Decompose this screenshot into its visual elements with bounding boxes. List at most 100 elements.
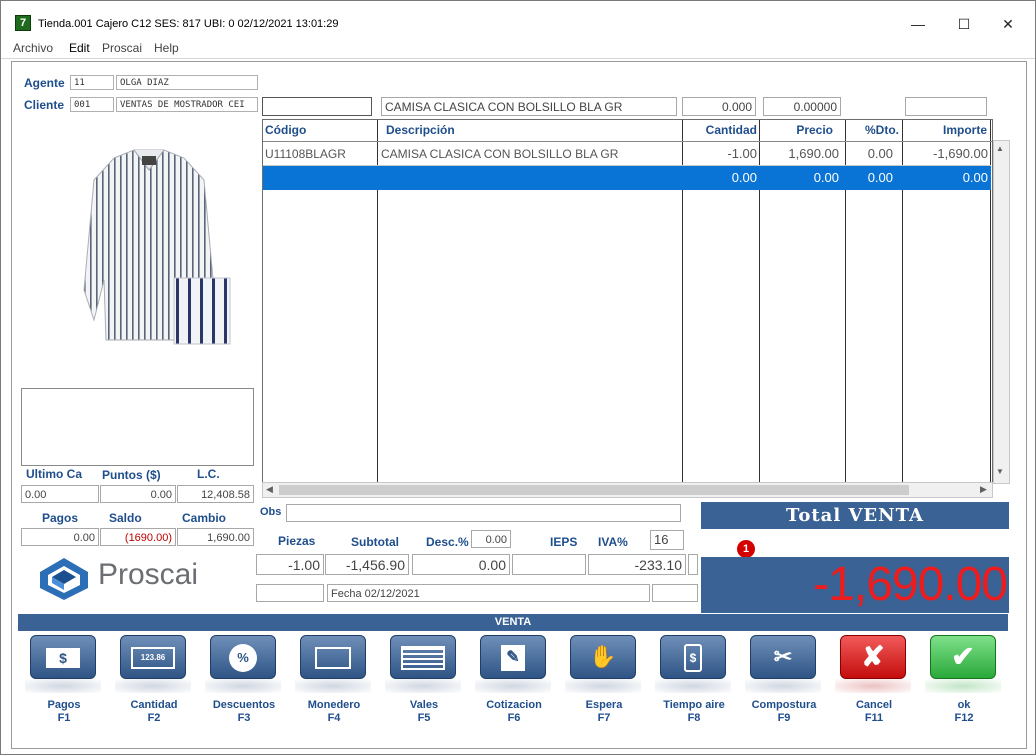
quote-icon: ✎ [480,635,546,679]
iva-label: IVA% [598,535,628,549]
items-grid: Código Descripción Cantidad Precio %Dto.… [262,119,993,483]
blank-field-2 [652,584,698,602]
hand-icon: ✋ [589,644,617,669]
lc-value: 12,408.58 [177,485,254,503]
phone-icon: $ [660,635,726,679]
col-header-price[interactable]: Precio [759,120,833,141]
espera-key: F7 [597,712,611,724]
total-venta-box: -1,690.00 [701,557,1009,613]
client-name-field[interactable]: VENTAS DE MOSTRADOR CEI [116,97,258,112]
date-field: Fecha 02/12/2021 [327,584,650,602]
scroll-up-icon[interactable]: ▲ [996,144,1004,153]
brand-name: Proscai [98,558,199,591]
descuentos-label-text: Descuentos [212,699,276,711]
col-header-amount[interactable]: Importe [902,120,987,141]
total-venta-label: Total VENTA [701,502,1009,529]
extra-input[interactable] [905,97,987,116]
product-image [83,149,231,345]
tiempo-aire-label-text: Tiempo aire [663,699,725,711]
iva-percent-input[interactable]: 16 [650,530,684,550]
ultimo-label: Ultimo Ca [26,467,83,481]
saldo-label: Saldo [109,511,142,525]
menu-bar: Archivo Edit Proscai Help [1,39,1035,59]
horizontal-scrollbar[interactable]: ◀ ▶ [262,482,993,498]
cambio-value: 1,690.00 [177,528,254,546]
compostura-key: F9 [777,712,791,724]
piezas-value: -1.00 [256,554,324,575]
pos-window: 7 Tienda.001 Cajero C12 SES: 817 UBI: 0 … [0,0,1036,755]
saldo-value: (1690.00) [100,528,176,546]
obs-input[interactable] [286,504,681,522]
row-discount[interactable]: 0.00 [845,143,893,165]
col-header-description[interactable]: Descripción [386,120,455,141]
col-header-code[interactable]: Código [265,120,306,141]
pagos-key: F1 [57,712,71,724]
maximize-icon[interactable]: ☐ [941,11,987,37]
client-code-field[interactable]: 001 [70,97,114,112]
cantidad-button[interactable]: 123.86 Cantidad F2 [109,635,199,745]
pagos-value: 0.00 [21,528,99,546]
espera-label-text: Espera [585,699,623,711]
ieps-label: IEPS [550,535,578,549]
desc-percent-input[interactable]: 0.00 [471,530,511,548]
lc-label: L.C. [197,467,220,481]
compostura-button[interactable]: ✂ Compostura F9 [739,635,829,745]
subtotal-value: -1,456.90 [325,554,409,575]
row-description[interactable]: CAMISA CLASICA CON BOLSILLO BLA GR [381,143,679,165]
scroll-thumb[interactable] [279,485,909,495]
description-input[interactable]: CAMISA CLASICA CON BOLSILLO BLA GR [381,97,677,116]
descuentos-button[interactable]: % Descuentos F3 [199,635,289,745]
pagos-button[interactable]: $ Pagos F1 [19,635,109,745]
ultimo-value: 0.00 [21,485,99,503]
notes-box [21,388,254,466]
piezas-label: Piezas [278,534,316,548]
ieps-value [512,554,586,575]
quantity-input[interactable]: 0.000 [682,97,756,116]
monedero-button[interactable]: Monedero F4 [289,635,379,745]
section-bar: VENTA [18,614,1008,631]
scroll-right-icon[interactable]: ▶ [980,484,987,495]
voucher-icon [390,635,456,679]
app-icon: 7 [15,15,31,31]
sel-discount: 0.00 [867,170,893,185]
scroll-left-icon[interactable]: ◀ [266,484,273,495]
price-input[interactable]: 0.00000 [763,97,841,116]
sel-price: 0.00 [813,170,839,185]
agent-code-field[interactable]: 11 [70,75,114,90]
ok-key: F12 [954,712,974,724]
agent-label: Agente [24,76,65,90]
pagos-label-text: Pagos [47,699,81,711]
menu-edit[interactable]: Edit [69,41,90,55]
row-price[interactable]: 1,690.00 [759,143,839,165]
menu-help[interactable]: Help [154,41,179,55]
scroll-down-icon[interactable]: ▼ [996,467,1004,476]
cantidad-key: F2 [147,712,161,724]
espera-button[interactable]: ✋ Espera F7 [559,635,649,745]
pagos-label: Pagos [42,511,79,525]
vales-button[interactable]: Vales F5 [379,635,469,745]
agent-name-field[interactable]: OLGA DIAZ [116,75,258,90]
cancel-button[interactable]: ✘ Cancel F11 [829,635,919,745]
minimize-icon[interactable]: — [895,11,941,37]
ok-button[interactable]: ✔ ok F12 [919,635,1009,745]
vertical-scrollbar[interactable]: ▲ ▼ [993,140,1010,484]
col-header-quantity[interactable]: Cantidad [682,120,757,141]
menu-archivo[interactable]: Archivo [13,41,53,55]
monedero-label-text: Monedero [307,699,361,711]
proscai-logo-icon [40,558,88,600]
code-input[interactable] [262,97,372,116]
descuentos-key: F3 [237,712,251,724]
header-divider [263,141,992,142]
vales-label-text: Vales [409,699,439,711]
menu-proscai[interactable]: Proscai [102,41,142,55]
row-code[interactable]: U11108BLAGR [265,143,375,165]
row-quantity[interactable]: -1.00 [682,143,757,165]
close-icon[interactable]: ✕ [985,11,1031,37]
iva-value: -233.10 [588,554,686,575]
row-amount[interactable]: -1,690.00 [902,143,988,165]
cotizacion-button[interactable]: ✎ Cotizacion F6 [469,635,559,745]
tiempo-aire-button[interactable]: $ Tiempo aire F8 [649,635,739,745]
col-header-discount[interactable]: %Dto. [845,120,899,141]
monedero-key: F4 [327,712,341,724]
pos-main-panel: Agente 11 OLGA DIAZ Cliente 001 VENTAS D… [11,61,1027,749]
